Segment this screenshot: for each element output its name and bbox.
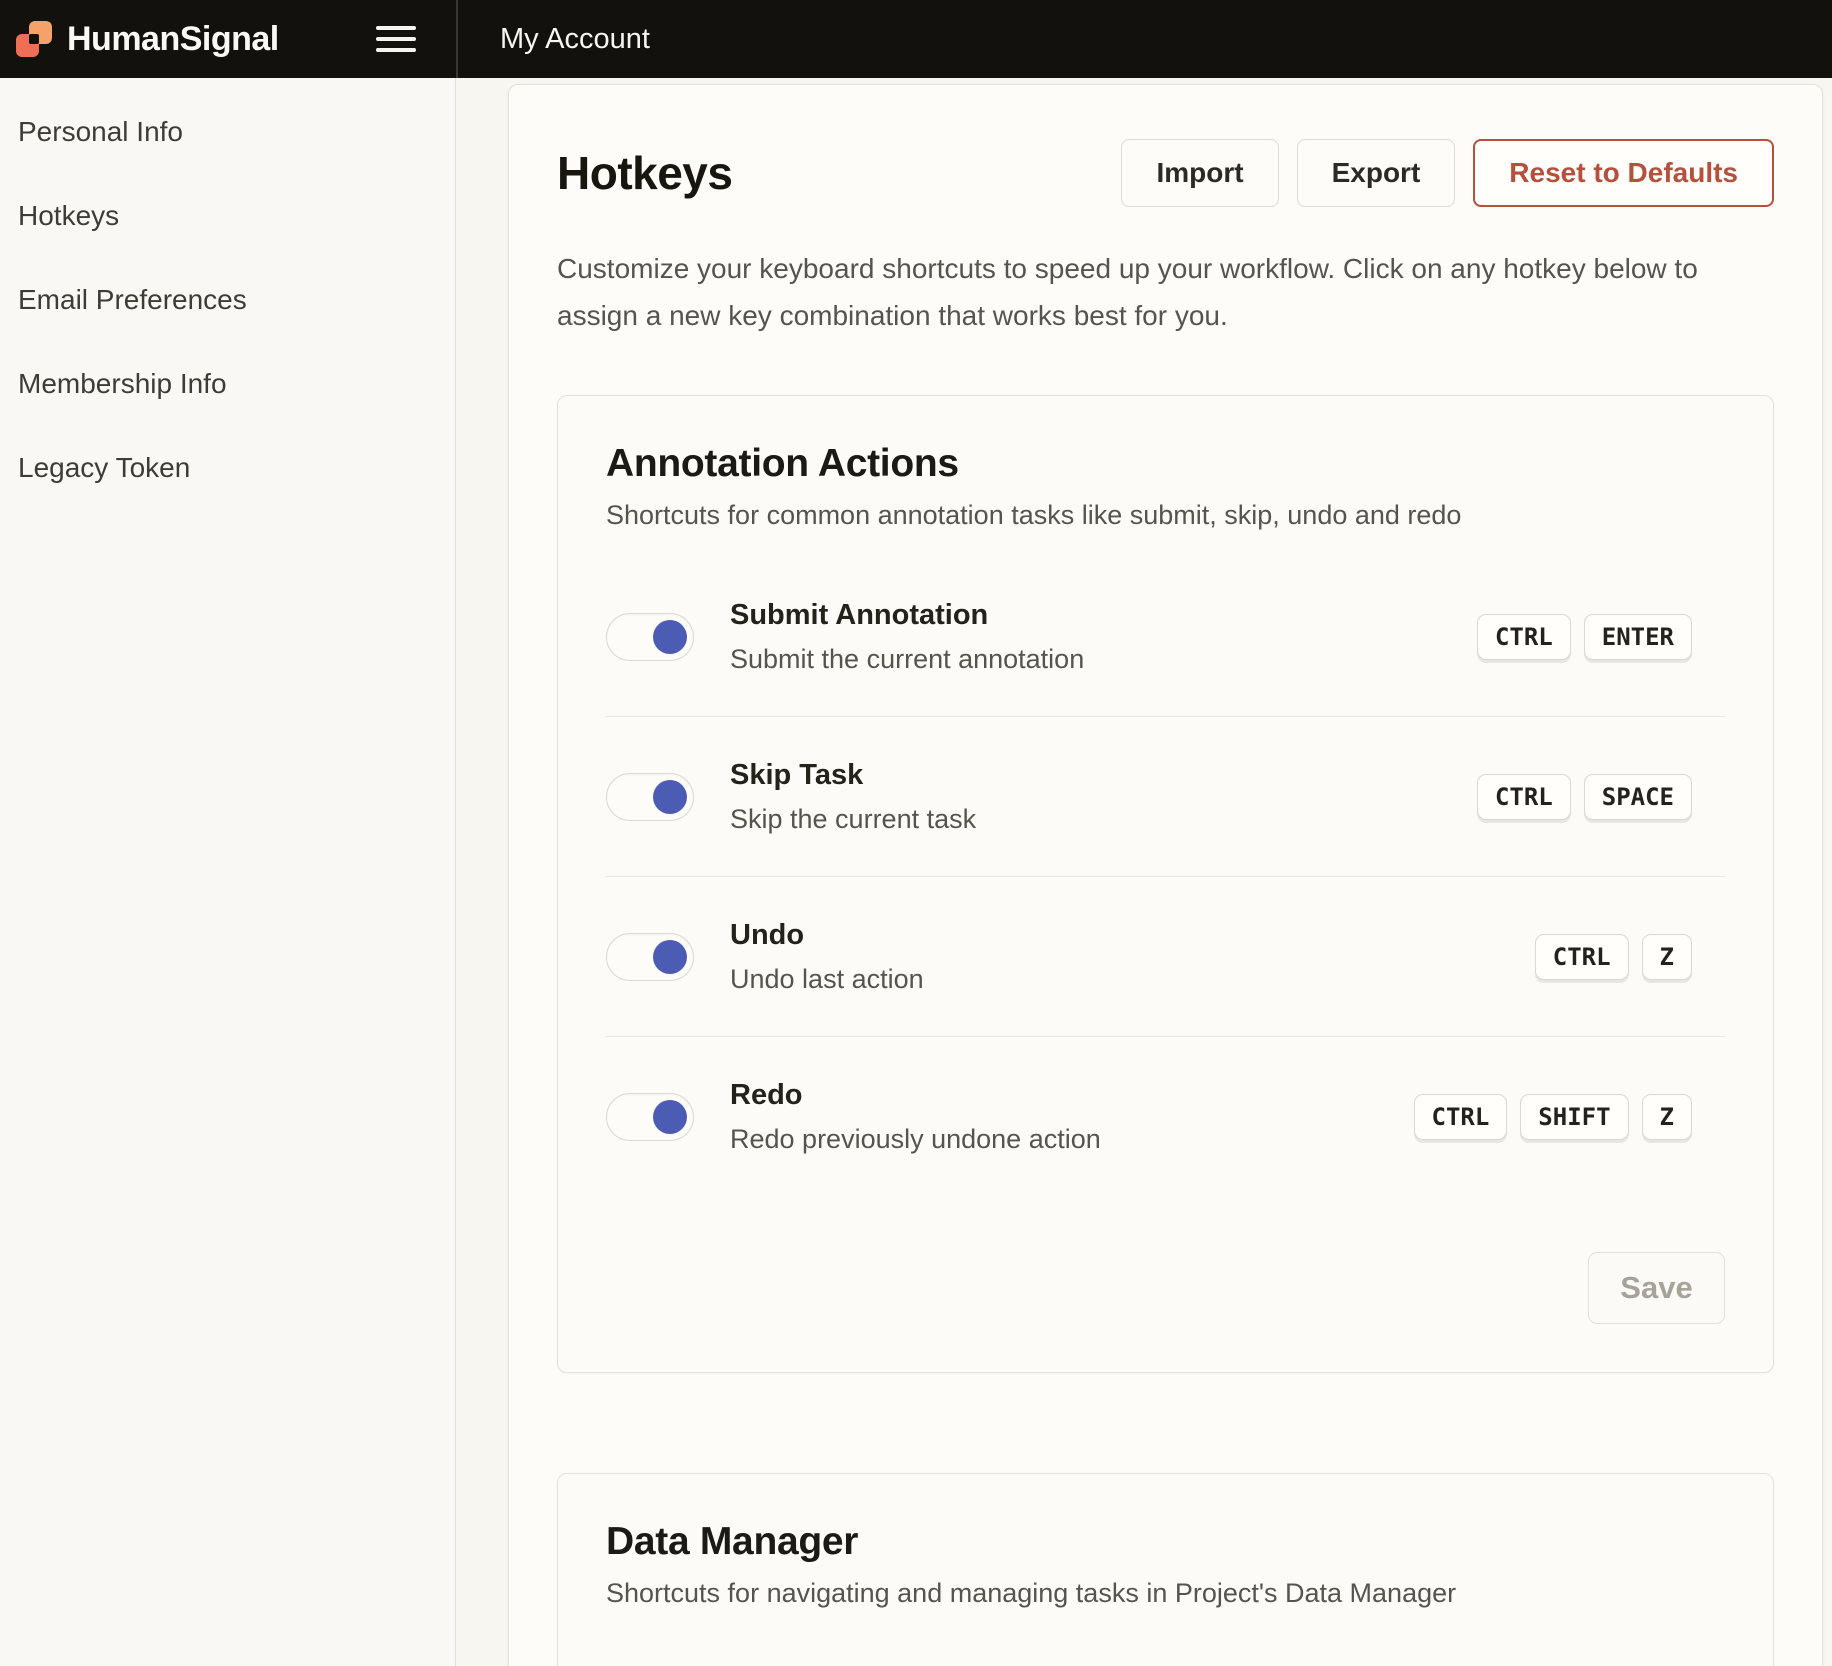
data-manager-subtitle: Shortcuts for navigating and managing ta…: [606, 1578, 1725, 1609]
header-actions: Import Export Reset to Defaults: [1121, 139, 1774, 207]
sidebar-item-hotkeys[interactable]: Hotkeys: [0, 174, 455, 258]
save-row: Save: [606, 1252, 1725, 1324]
toggle-knob: [653, 780, 687, 814]
sidebar-item-email-preferences[interactable]: Email Preferences: [0, 258, 455, 342]
row-description: Skip the current task: [730, 802, 976, 836]
hotkeys-title: Hotkeys: [557, 145, 732, 201]
main-content: Hotkeys Import Export Reset to Defaults …: [456, 78, 1832, 1666]
save-button[interactable]: Save: [1588, 1252, 1725, 1324]
annotation-actions-subtitle: Shortcuts for common annotation tasks li…: [606, 500, 1725, 531]
reset-to-defaults-button[interactable]: Reset to Defaults: [1473, 139, 1774, 207]
key-chip[interactable]: CTRL: [1414, 1094, 1508, 1140]
top-bar: HumanSignal My Account: [0, 0, 1832, 78]
skip-task-toggle[interactable]: [606, 773, 694, 821]
data-manager-title: Data Manager: [606, 1520, 1725, 1564]
hotkey-combo: CTRL ENTER: [1477, 614, 1692, 660]
hotkey-combo: CTRL SHIFT Z: [1414, 1094, 1693, 1140]
row-text: Submit Annotation Submit the current ann…: [730, 597, 1084, 676]
hotkey-row-skip-task: Skip Task Skip the current task CTRL SPA…: [606, 717, 1725, 877]
annotation-actions-title: Annotation Actions: [606, 442, 1725, 486]
key-chip[interactable]: Z: [1642, 934, 1692, 980]
sidebar-item-membership-info[interactable]: Membership Info: [0, 342, 455, 426]
key-chip[interactable]: CTRL: [1477, 774, 1571, 820]
hotkey-row-redo: Redo Redo previously undone action CTRL …: [606, 1037, 1725, 1156]
toggle-knob: [653, 940, 687, 974]
row-description: Submit the current annotation: [730, 642, 1084, 676]
hotkey-combo: CTRL SPACE: [1477, 774, 1692, 820]
row-text: Undo Undo last action: [730, 917, 924, 996]
topbar-left: HumanSignal: [0, 0, 456, 78]
hamburger-menu-icon[interactable]: [376, 26, 416, 53]
row-title: Redo: [730, 1077, 1101, 1113]
toggle-knob: [653, 620, 687, 654]
hotkeys-page-card: Hotkeys Import Export Reset to Defaults …: [508, 84, 1823, 1666]
hotkey-row-submit-annotation: Submit Annotation Submit the current ann…: [606, 557, 1725, 717]
row-text: Skip Task Skip the current task: [730, 757, 976, 836]
key-chip[interactable]: CTRL: [1477, 614, 1571, 660]
key-chip[interactable]: Z: [1642, 1094, 1692, 1140]
import-button[interactable]: Import: [1121, 139, 1278, 207]
undo-toggle[interactable]: [606, 933, 694, 981]
row-title: Skip Task: [730, 757, 976, 793]
row-description: Undo last action: [730, 962, 924, 996]
key-chip[interactable]: ENTER: [1584, 614, 1692, 660]
hotkey-row-undo: Undo Undo last action CTRL Z: [606, 877, 1725, 1037]
page-title-topbar: My Account: [456, 0, 1832, 78]
logo-square-overlap: [29, 34, 39, 44]
row-title: Undo: [730, 917, 924, 953]
hotkeys-header: Hotkeys Import Export Reset to Defaults: [557, 139, 1774, 207]
hotkey-combo: CTRL Z: [1535, 934, 1692, 980]
data-manager-card: Data Manager Shortcuts for navigating an…: [557, 1473, 1774, 1666]
row-text: Redo Redo previously undone action: [730, 1077, 1101, 1156]
sidebar-item-legacy-token[interactable]: Legacy Token: [0, 426, 455, 510]
hotkeys-description: Customize your keyboard shortcuts to spe…: [557, 245, 1774, 339]
submit-annotation-toggle[interactable]: [606, 613, 694, 661]
key-chip[interactable]: SPACE: [1584, 774, 1692, 820]
key-chip[interactable]: SHIFT: [1520, 1094, 1628, 1140]
annotation-actions-card: Annotation Actions Shortcuts for common …: [557, 395, 1774, 1373]
brand-name[interactable]: HumanSignal: [67, 20, 279, 59]
row-title: Submit Annotation: [730, 597, 1084, 633]
sidebar-item-personal-info[interactable]: Personal Info: [0, 90, 455, 174]
row-description: Redo previously undone action: [730, 1122, 1101, 1156]
humansignal-logo-icon[interactable]: [16, 21, 53, 58]
export-button[interactable]: Export: [1297, 139, 1456, 207]
key-chip[interactable]: CTRL: [1535, 934, 1629, 980]
hotkey-rows: Submit Annotation Submit the current ann…: [606, 557, 1725, 1156]
redo-toggle[interactable]: [606, 1093, 694, 1141]
sidebar: Personal Info Hotkeys Email Preferences …: [0, 78, 456, 1666]
toggle-knob: [653, 1100, 687, 1134]
